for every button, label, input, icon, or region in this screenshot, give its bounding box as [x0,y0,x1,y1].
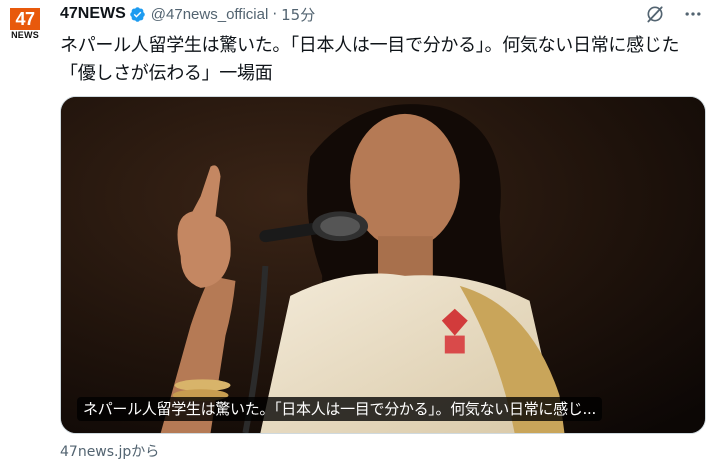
more-icon[interactable] [681,3,705,25]
avatar[interactable]: 47 NEWS [8,8,42,42]
handle[interactable]: @47news_official [151,6,269,23]
verified-badge-icon [130,6,145,22]
avatar-logo-text: NEWS [11,30,39,40]
grok-icon[interactable] [643,3,667,25]
timestamp[interactable]: 15分 [281,4,315,25]
link-card-media[interactable]: ネパール人留学生は驚いた。「日本人は一目で分かる」。何気ない日常に感じ... [60,96,706,434]
tweet-header: 47NEWS @47news_official · 15分 [60,3,705,25]
separator-dot: · [272,5,278,23]
display-name[interactable]: 47NEWS [60,5,126,23]
avatar-logo-number: 47 [10,8,40,30]
card-source-link[interactable]: 47news.jpから [60,441,159,461]
news-photo [61,97,705,433]
card-caption: ネパール人留学生は驚いた。「日本人は一目で分かる」。何気ない日常に感じ... [77,397,602,421]
tweet-text: ネパール人留学生は驚いた。「日本人は一目で分かる」。何気ない日常に感じた「優しさ… [60,35,680,84]
